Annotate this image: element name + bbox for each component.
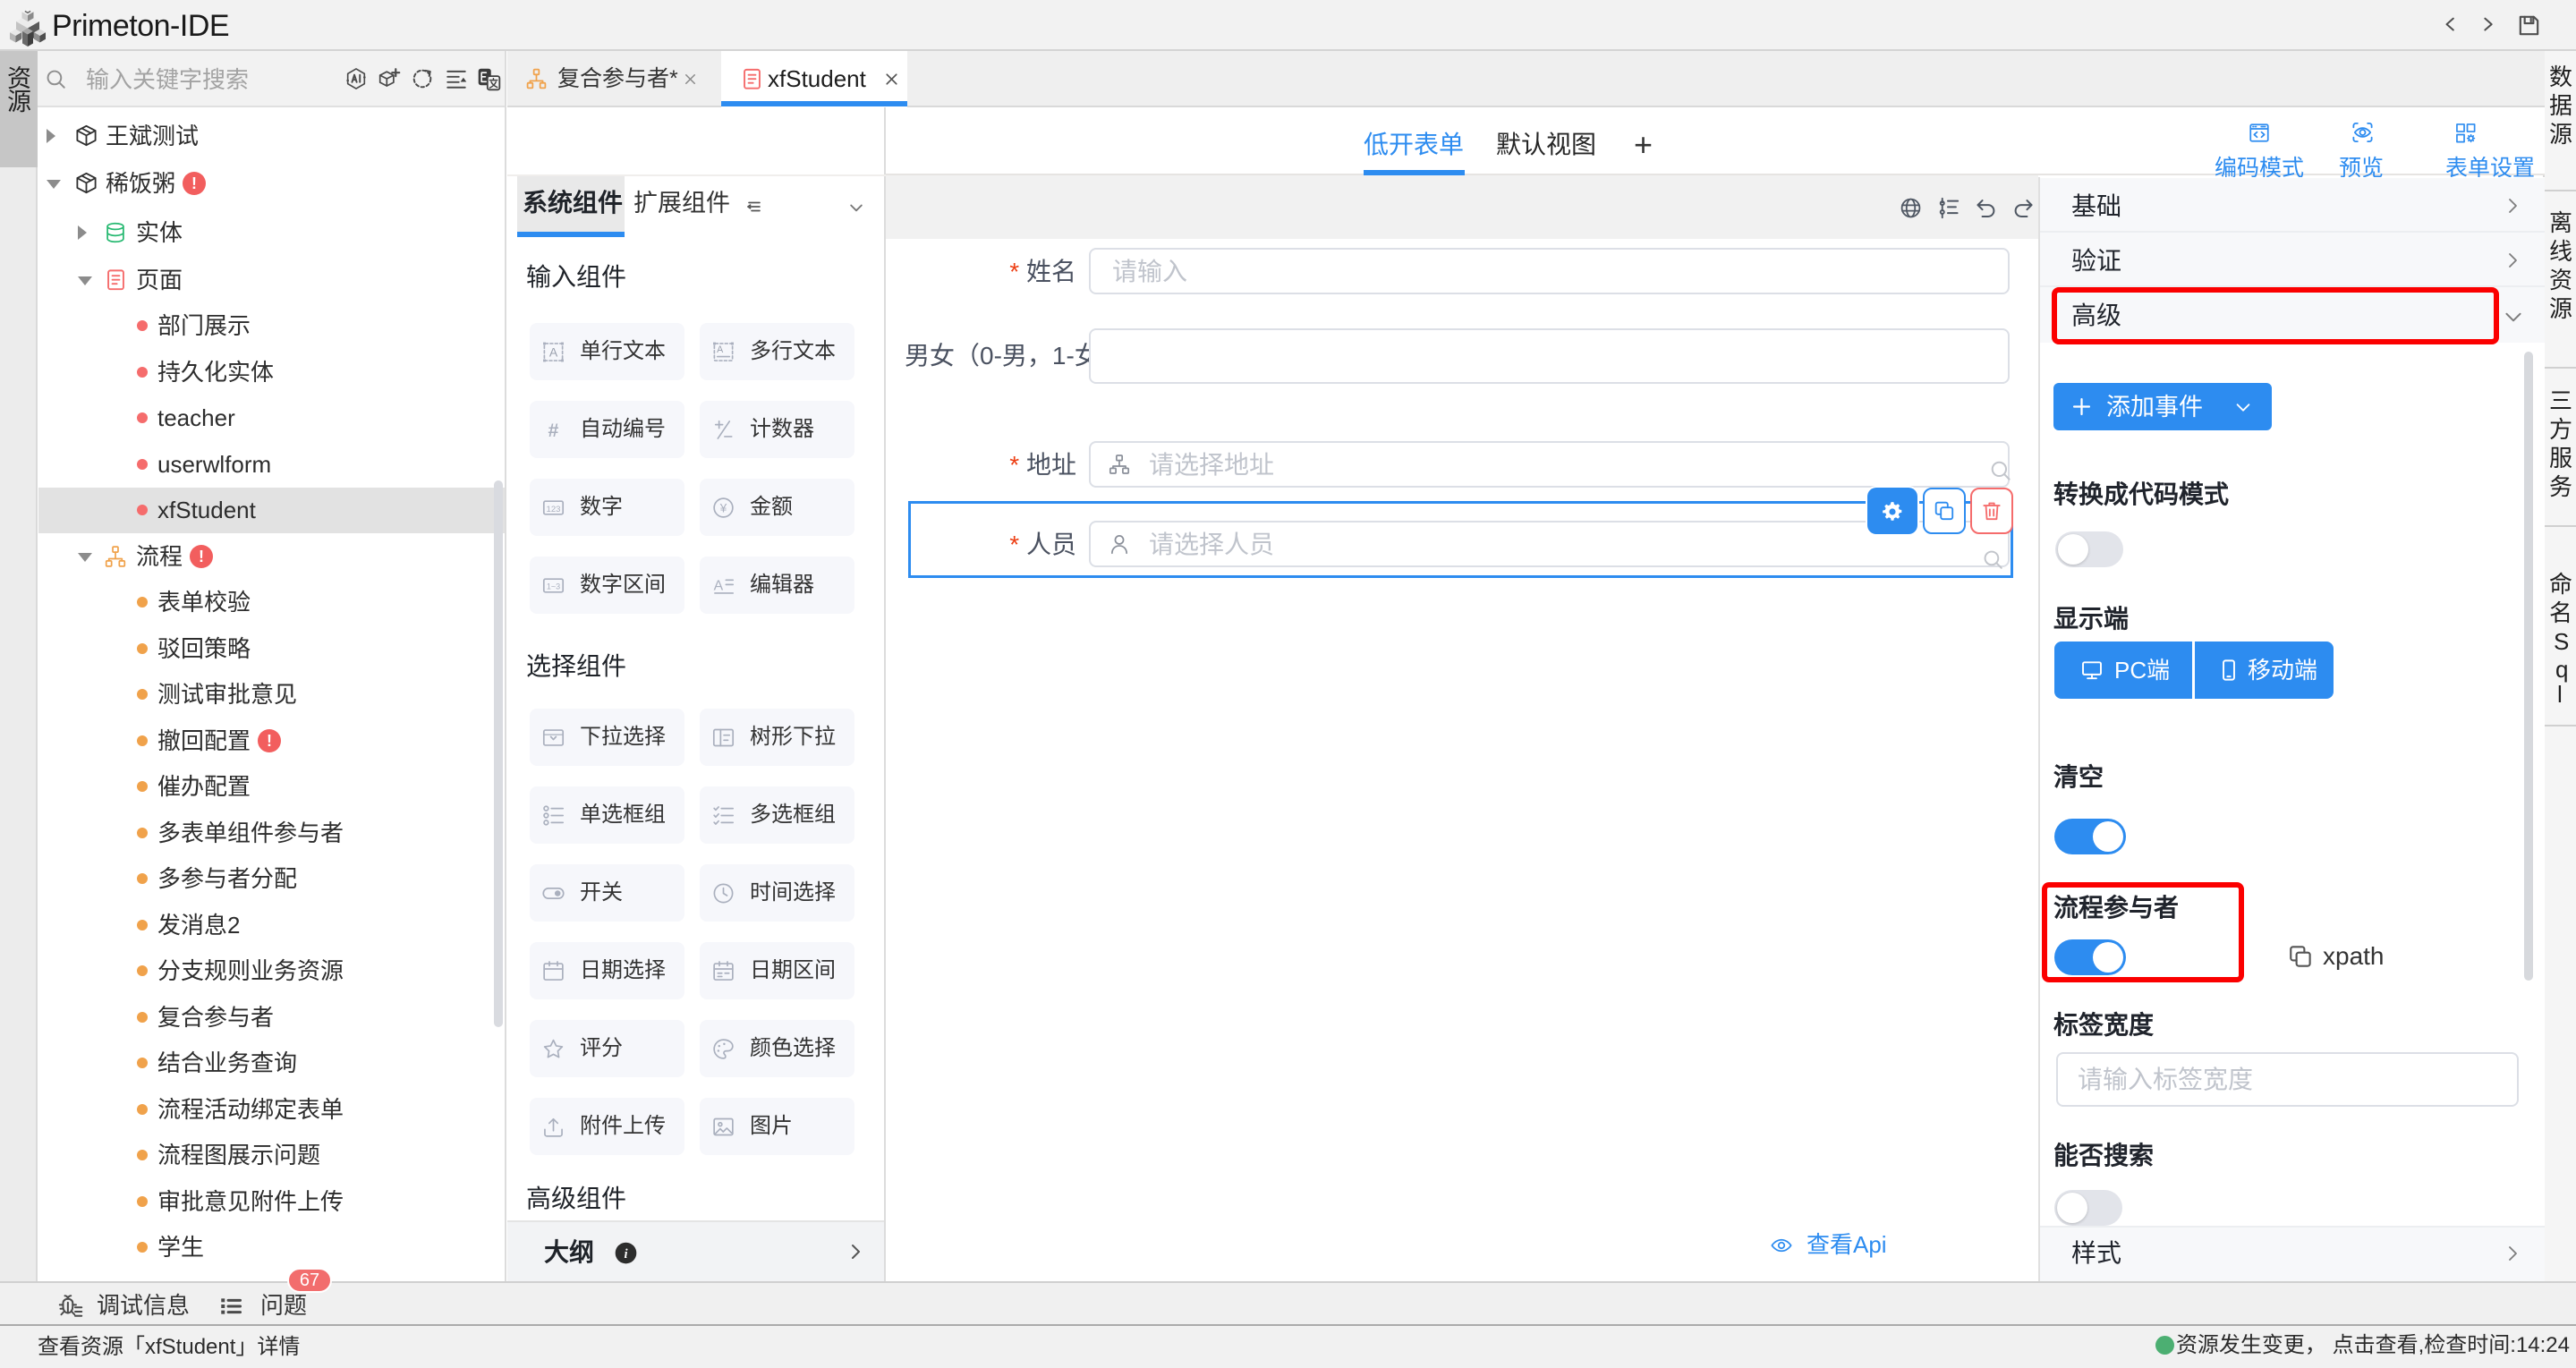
svg-text:A: A <box>717 344 724 355</box>
svg-text:i: i <box>624 1247 627 1262</box>
svg-text:A: A <box>549 345 558 360</box>
svg-text:A: A <box>714 579 724 594</box>
svg-text:¥: ¥ <box>719 501 727 514</box>
svg-text:123: 123 <box>547 505 561 514</box>
svg-text:1~3: 1~3 <box>547 582 560 591</box>
svg-text:#: # <box>548 420 559 441</box>
